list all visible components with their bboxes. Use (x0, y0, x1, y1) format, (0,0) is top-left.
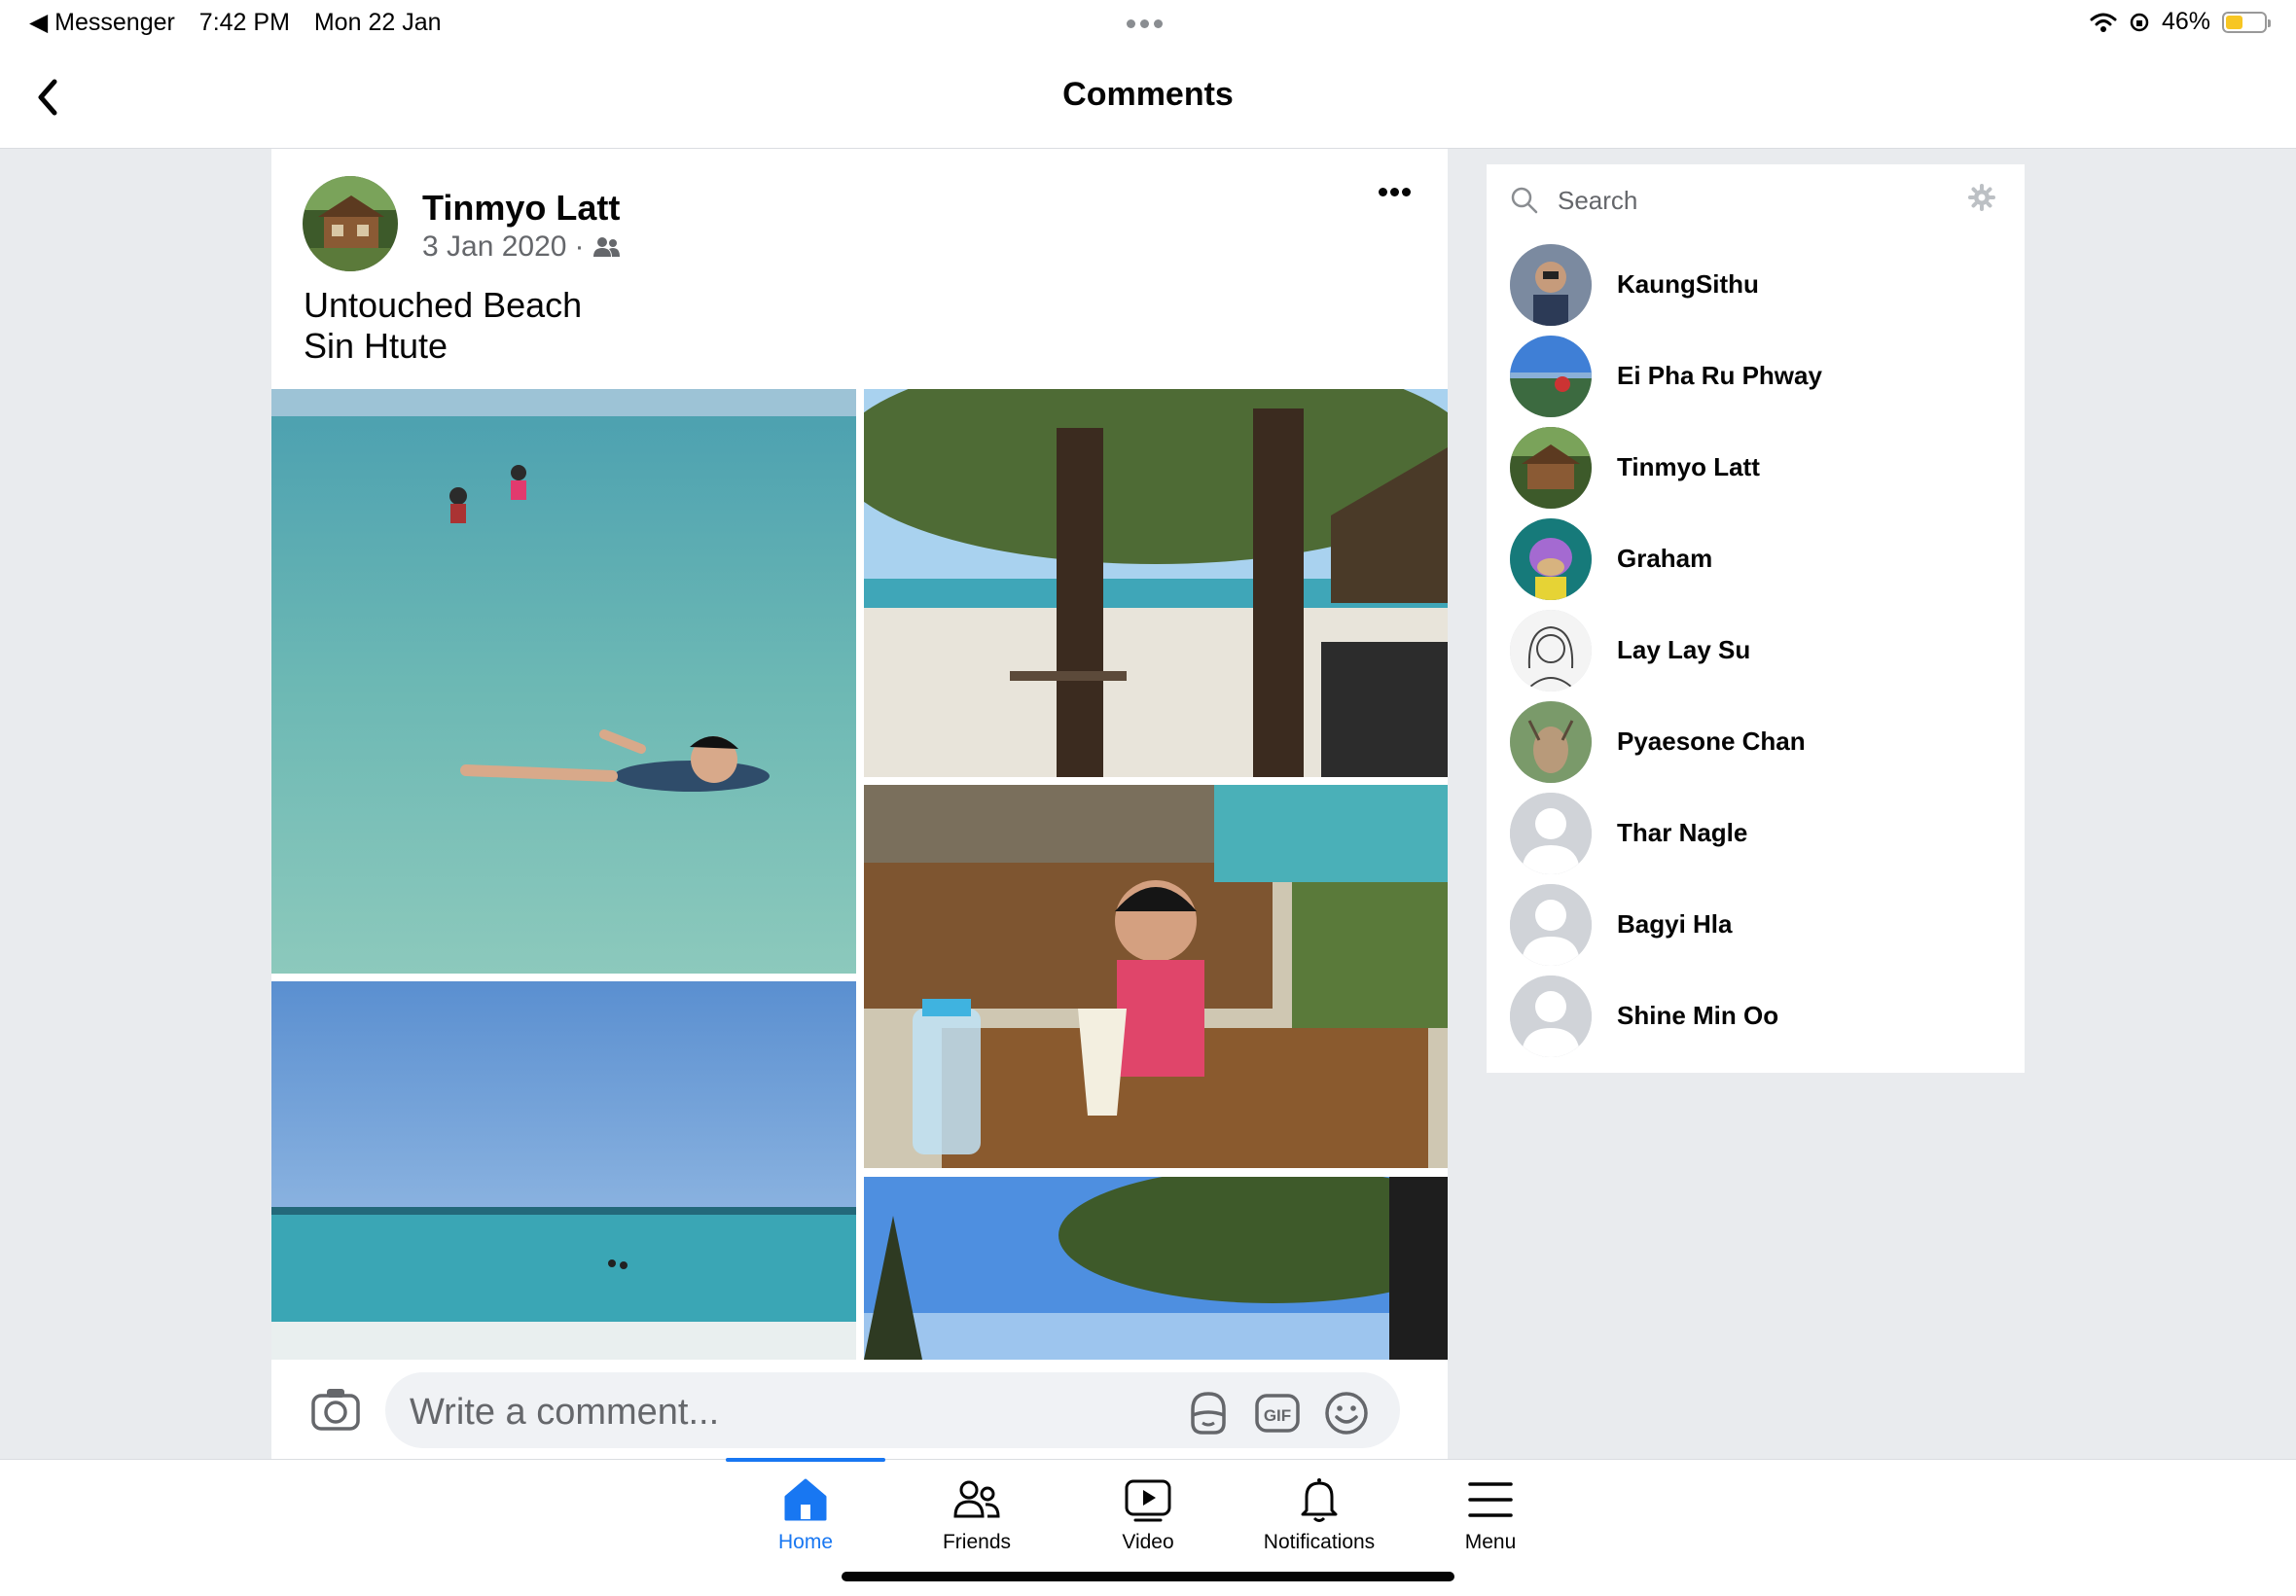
emoji-icon[interactable] (1323, 1390, 1370, 1436)
tab-menu[interactable]: Menu (1408, 1460, 1573, 1567)
navigation-header: Comments (0, 47, 2296, 149)
caption-line-2: Sin Htute (304, 326, 448, 366)
contact-avatar (1510, 701, 1592, 783)
author-avatar[interactable] (303, 176, 398, 271)
post-card: Tinmyo Latt 3 Jan 2020 · Untouched Beach… (271, 149, 1448, 1460)
contact-item[interactable]: Thar Nagle (1510, 793, 1996, 876)
contact-item[interactable]: Lay Lay Su (1510, 610, 1996, 693)
avatar-sticker-icon[interactable] (1185, 1390, 1232, 1436)
svg-text:GIF: GIF (1264, 1406, 1291, 1425)
status-bar: ◀ Messenger 7:42 PM Mon 22 Jan 46% (0, 0, 2296, 47)
gif-icon[interactable]: GIF (1254, 1390, 1301, 1436)
meta-separator: · (574, 231, 585, 263)
contact-item[interactable]: Tinmyo Latt (1510, 427, 1996, 511)
contact-name: Tinmyo Latt (1617, 452, 1760, 481)
contact-avatar (1510, 244, 1592, 326)
friends-audience-icon (593, 237, 621, 257)
search-icon[interactable] (1510, 186, 1539, 215)
menu-icon (1468, 1482, 1513, 1517)
orientation-lock-icon (2130, 13, 2149, 31)
comment-composer: Write a comment... GIF (271, 1360, 1448, 1460)
multitasking-dots-icon[interactable] (1127, 16, 1169, 28)
post-photo-3[interactable] (271, 981, 856, 1360)
post-meta: 3 Jan 2020 · (422, 231, 621, 264)
bell-icon (1301, 1478, 1338, 1522)
tab-home[interactable]: Home (723, 1460, 888, 1567)
contact-name: Graham (1617, 544, 1713, 573)
caption-line-1: Untouched Beach (304, 285, 583, 325)
post-photo-5[interactable] (864, 1177, 1448, 1360)
contact-name: Ei Pha Ru Phway (1617, 361, 1822, 390)
tab-label: Notifications (1263, 1531, 1376, 1553)
status-time: 7:42 PM (198, 9, 290, 36)
contacts-panel: Search KaungSithu Ei Pha Ru Phway Tinmyo… (1487, 164, 2025, 1073)
post-photo-1[interactable] (271, 389, 856, 974)
camera-icon[interactable] (310, 1385, 361, 1434)
contact-item[interactable]: Ei Pha Ru Phway (1510, 336, 1996, 419)
contact-name: Bagyi Hla (1617, 909, 1733, 939)
video-icon (1125, 1479, 1171, 1522)
contact-avatar (1510, 336, 1592, 417)
post-author-name[interactable]: Tinmyo Latt (422, 188, 620, 229)
contact-name: Thar Nagle (1617, 818, 1748, 847)
tab-label: Menu (1464, 1531, 1517, 1553)
default-avatar-icon (1510, 884, 1592, 966)
default-avatar-icon (1510, 793, 1592, 874)
contact-avatar (1510, 427, 1592, 509)
contact-avatar (1510, 610, 1592, 692)
tab-label: Home (777, 1531, 834, 1553)
tab-notifications[interactable]: Notifications (1237, 1460, 1402, 1567)
comment-input[interactable]: Write a comment... GIF (385, 1372, 1400, 1448)
battery-icon (2222, 11, 2271, 33)
tab-label: Friends (942, 1531, 1012, 1553)
post-caption: Untouched Beach Sin Htute (304, 285, 582, 367)
contact-item[interactable]: Bagyi Hla (1510, 884, 1996, 968)
home-indicator[interactable] (842, 1572, 1454, 1581)
contact-name: Lay Lay Su (1617, 635, 1751, 664)
default-avatar-icon (1510, 975, 1592, 1057)
comment-placeholder: Write a comment... (410, 1392, 720, 1433)
tab-label: Video (1122, 1531, 1174, 1553)
page-title: Comments (1062, 76, 1234, 113)
post-photo-4[interactable] (864, 785, 1448, 1168)
status-date: Mon 22 Jan (313, 9, 442, 36)
friends-icon (953, 1480, 1000, 1518)
more-options-icon[interactable] (1379, 184, 1414, 197)
post-date[interactable]: 3 Jan 2020 (422, 231, 566, 264)
contact-item[interactable]: KaungSithu (1510, 244, 1996, 328)
tab-friends[interactable]: Friends (894, 1460, 1059, 1567)
contact-item[interactable]: Pyaesone Chan (1510, 701, 1996, 785)
gear-icon[interactable] (1968, 184, 1995, 211)
contact-name: KaungSithu (1617, 269, 1759, 299)
contact-name: Shine Min Oo (1617, 1001, 1779, 1030)
battery-percent: 46% (2161, 8, 2210, 35)
contact-item[interactable]: Shine Min Oo (1510, 975, 1996, 1059)
contact-item[interactable]: Graham (1510, 518, 1996, 602)
contact-avatar (1510, 518, 1592, 600)
home-icon (784, 1478, 827, 1521)
contacts-search-input[interactable]: Search (1558, 186, 1637, 216)
contact-name: Pyaesone Chan (1617, 727, 1806, 756)
post-photo-2[interactable] (864, 389, 1448, 777)
back-to-app-link[interactable]: ◀ Messenger (29, 9, 175, 36)
wifi-icon (2090, 13, 2117, 32)
tab-video[interactable]: Video (1065, 1460, 1231, 1567)
